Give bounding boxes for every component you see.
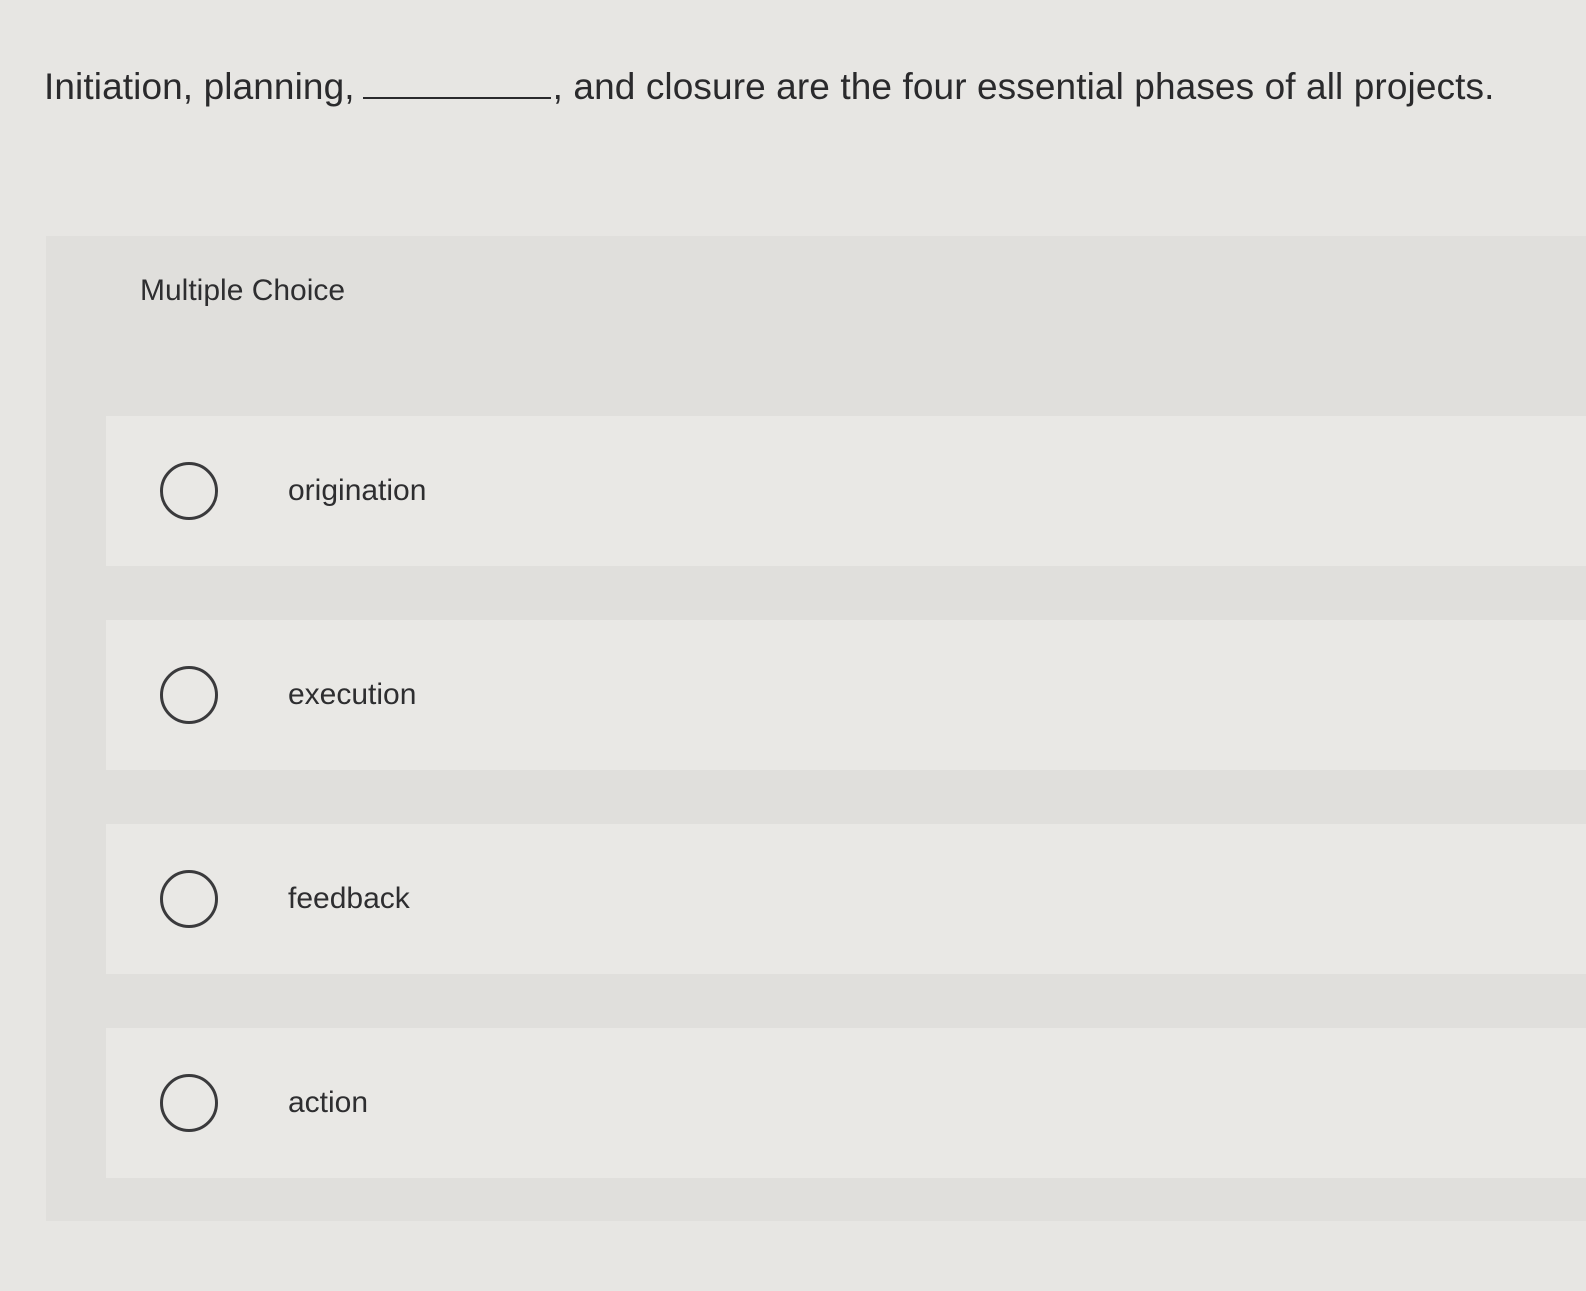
choice-option-origination[interactable]: origination (106, 416, 1586, 566)
multiple-choice-panel: Multiple Choice origination execution fe… (46, 236, 1586, 1221)
choice-label: execution (288, 678, 417, 711)
radio-button-icon[interactable] (160, 666, 218, 724)
choice-option-action[interactable]: action (106, 1028, 1586, 1178)
radio-button-icon[interactable] (160, 462, 218, 520)
answer-blank (362, 67, 551, 99)
choice-label: origination (288, 474, 427, 507)
choice-list: origination execution feedback action (106, 416, 1586, 1232)
radio-button-icon[interactable] (160, 1074, 218, 1132)
choice-label: action (288, 1086, 369, 1119)
question-before-blank: Initiation, planning, (44, 66, 355, 107)
panel-heading: Multiple Choice (140, 274, 346, 307)
choice-option-execution[interactable]: execution (106, 620, 1586, 770)
choice-option-feedback[interactable]: feedback (106, 824, 1586, 974)
choice-label: feedback (288, 882, 410, 915)
radio-button-icon[interactable] (160, 870, 218, 928)
question-text: Initiation, planning, , and closure are t… (44, 62, 1564, 112)
question-after-blank: , and closure are the four essential pha… (552, 66, 1495, 107)
